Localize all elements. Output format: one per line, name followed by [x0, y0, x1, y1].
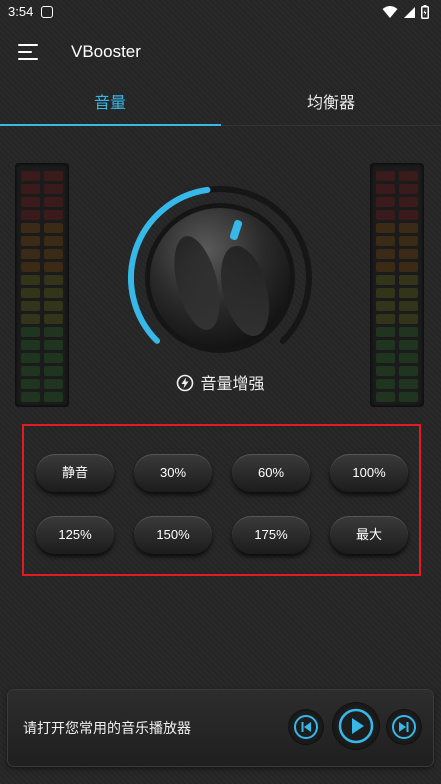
vu-segment [399, 262, 418, 272]
vu-segment [399, 275, 418, 285]
vu-segment [44, 301, 63, 311]
tab-volume[interactable]: 音量 [0, 84, 220, 124]
vu-segment [376, 210, 395, 220]
preset-panel: 静音 30% 60% 100% 125% 150% 175% 最大 [22, 424, 421, 576]
volume-boost-knob[interactable] [125, 183, 315, 373]
status-time: 3:54 [8, 4, 34, 19]
tab-bar: 音量 均衡器 [0, 84, 441, 126]
vu-segment [21, 184, 40, 194]
vu-segment [399, 314, 418, 324]
vu-segment [44, 236, 63, 246]
next-icon [392, 715, 416, 739]
notification-icon [41, 6, 53, 18]
vu-segment [21, 262, 40, 272]
vu-segment [44, 275, 63, 285]
volume-boost-text: 音量增强 [200, 374, 265, 393]
vu-segment [44, 184, 63, 194]
vu-segment [399, 171, 418, 181]
vu-segment [399, 197, 418, 207]
vu-segment [21, 210, 40, 220]
vu-segment [376, 288, 395, 298]
vu-segment [21, 171, 40, 181]
vu-segment [376, 340, 395, 350]
vu-segment [21, 340, 40, 350]
vu-segment [44, 210, 63, 220]
status-icons [382, 5, 429, 19]
vu-segment [44, 314, 63, 324]
next-button[interactable] [387, 710, 421, 744]
vu-segment [376, 197, 395, 207]
previous-button[interactable] [289, 710, 323, 744]
knob-body [150, 208, 290, 348]
vu-segment [44, 353, 63, 363]
preset-60-button[interactable]: 60% [232, 454, 310, 492]
volume-boost-label: 音量增强 [0, 370, 441, 394]
play-icon [338, 708, 374, 744]
vu-segment [21, 236, 40, 246]
vu-segment [376, 327, 395, 337]
app-bar: VBooster [0, 26, 441, 84]
vu-segment [44, 262, 63, 272]
vu-segment [376, 223, 395, 233]
vu-segment [376, 236, 395, 246]
vu-segment [21, 249, 40, 259]
vu-segment [44, 249, 63, 259]
preset-max-button[interactable]: 最大 [330, 516, 408, 554]
vu-segment [44, 340, 63, 350]
vu-segment [376, 275, 395, 285]
vu-segment [21, 288, 40, 298]
tab-equalizer[interactable]: 均衡器 [221, 84, 441, 124]
vu-segment [21, 327, 40, 337]
vu-segment [21, 275, 40, 285]
vu-segment [44, 288, 63, 298]
vu-segment [21, 197, 40, 207]
preset-100-button[interactable]: 100% [330, 454, 408, 492]
vu-segment [21, 314, 40, 324]
vu-segment [399, 184, 418, 194]
vu-segment [44, 197, 63, 207]
battery-icon [421, 5, 429, 19]
vu-segment [399, 327, 418, 337]
vu-segment [376, 353, 395, 363]
player-prompt[interactable]: 请打开您常用的音乐播放器 [23, 718, 191, 738]
signal-icon [404, 6, 415, 18]
vu-segment [44, 223, 63, 233]
preset-125-button[interactable]: 125% [36, 516, 114, 554]
vu-segment [376, 249, 395, 259]
play-button[interactable] [333, 703, 379, 749]
status-bar: 3:54 [0, 0, 441, 26]
vu-segment [21, 353, 40, 363]
player-bar: 请打开您常用的音乐播放器 [8, 690, 433, 766]
vu-segment [399, 210, 418, 220]
vu-segment [399, 223, 418, 233]
vu-segment [44, 327, 63, 337]
tab-indicator [0, 124, 221, 126]
wifi-icon [382, 5, 398, 18]
vu-segment [376, 171, 395, 181]
bolt-icon [177, 374, 194, 392]
vu-segment [376, 184, 395, 194]
vu-segment [399, 353, 418, 363]
preset-150-button[interactable]: 150% [134, 516, 212, 554]
vu-segment [376, 314, 395, 324]
vu-segment [399, 249, 418, 259]
vu-segment [399, 288, 418, 298]
previous-icon [294, 715, 318, 739]
vu-segment [44, 171, 63, 181]
vu-segment [399, 340, 418, 350]
vu-segment [21, 223, 40, 233]
preset-175-button[interactable]: 175% [232, 516, 310, 554]
preset-mute-button[interactable]: 静音 [36, 454, 114, 492]
vu-segment [21, 301, 40, 311]
vu-segment [376, 301, 395, 311]
vu-segment [376, 262, 395, 272]
menu-icon[interactable] [18, 44, 38, 60]
preset-30-button[interactable]: 30% [134, 454, 212, 492]
vu-segment [399, 301, 418, 311]
vu-segment [399, 236, 418, 246]
app-title: VBooster [71, 42, 141, 61]
